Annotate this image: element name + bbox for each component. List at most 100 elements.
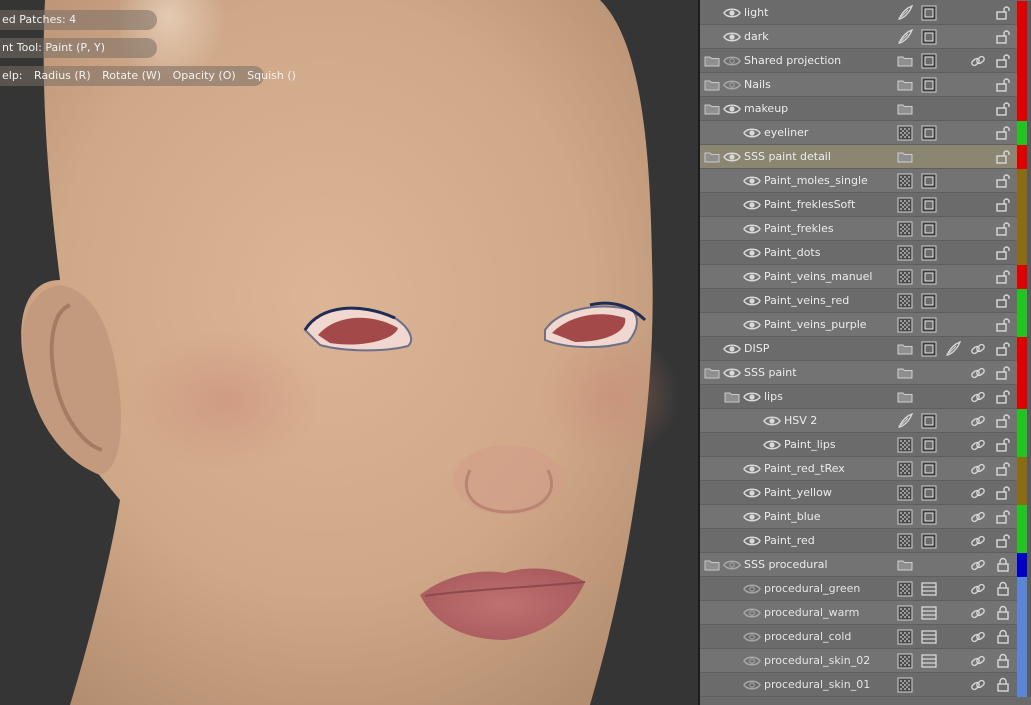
layer-row[interactable]: Paint_blue — [700, 505, 1031, 529]
unlock-icon[interactable] — [995, 437, 1011, 453]
mask-icon[interactable] — [921, 245, 937, 261]
mask-icon[interactable] — [921, 197, 937, 213]
mask-icon[interactable] — [921, 269, 937, 285]
unlock-icon[interactable] — [995, 125, 1011, 141]
mask-icon[interactable] — [921, 77, 937, 93]
mask-icon[interactable] — [921, 485, 937, 501]
unlock-icon[interactable] — [995, 293, 1011, 309]
unlock-icon[interactable] — [995, 245, 1011, 261]
texture-icon[interactable] — [897, 677, 913, 693]
visibility-eye-icon[interactable] — [743, 126, 761, 140]
layer-row[interactable]: procedural_cold — [700, 625, 1031, 649]
folder-icon[interactable] — [897, 341, 913, 357]
layer-row[interactable]: Paint_yellow — [700, 481, 1031, 505]
list-icon[interactable] — [921, 605, 937, 621]
folder-icon[interactable] — [897, 365, 913, 381]
texture-icon[interactable] — [897, 629, 913, 645]
unlock-icon[interactable] — [995, 485, 1011, 501]
visibility-eye-icon[interactable] — [743, 606, 761, 620]
visibility-eye-icon[interactable] — [723, 30, 741, 44]
list-icon[interactable] — [921, 629, 937, 645]
visibility-eye-icon[interactable] — [723, 78, 741, 92]
folder-expand-icon[interactable] — [704, 365, 720, 381]
unlock-icon[interactable] — [995, 197, 1011, 213]
visibility-eye-icon[interactable] — [743, 630, 761, 644]
link-icon[interactable] — [970, 533, 986, 549]
texture-icon[interactable] — [897, 269, 913, 285]
texture-icon[interactable] — [897, 581, 913, 597]
layer-row[interactable]: makeup — [700, 97, 1031, 121]
link-icon[interactable] — [970, 629, 986, 645]
texture-icon[interactable] — [897, 317, 913, 333]
mask-icon[interactable] — [921, 341, 937, 357]
layer-row[interactable]: Paint_frekles — [700, 217, 1031, 241]
layer-row[interactable]: Paint_red_tRex — [700, 457, 1031, 481]
mask-icon[interactable] — [921, 221, 937, 237]
link-icon[interactable] — [970, 365, 986, 381]
unlock-icon[interactable] — [995, 509, 1011, 525]
folder-expand-icon[interactable] — [724, 389, 740, 405]
mask-icon[interactable] — [921, 173, 937, 189]
3d-viewport[interactable]: ed Patches: 4 nt Tool: Paint (P, Y) elp:… — [0, 0, 698, 705]
texture-icon[interactable] — [897, 653, 913, 669]
visibility-eye-icon[interactable] — [723, 366, 741, 380]
visibility-eye-icon[interactable] — [743, 486, 761, 500]
visibility-eye-icon[interactable] — [743, 222, 761, 236]
layer-row[interactable]: HSV 2 — [700, 409, 1031, 433]
face-model-render[interactable] — [0, 0, 698, 705]
unlock-icon[interactable] — [995, 365, 1011, 381]
link-icon[interactable] — [970, 509, 986, 525]
visibility-eye-icon[interactable] — [743, 654, 761, 668]
unlock-icon[interactable] — [995, 173, 1011, 189]
unlock-icon[interactable] — [995, 221, 1011, 237]
folder-icon[interactable] — [897, 77, 913, 93]
feather-icon[interactable] — [897, 28, 914, 45]
texture-icon[interactable] — [897, 293, 913, 309]
lock-icon[interactable] — [995, 557, 1011, 573]
lock-icon[interactable] — [995, 581, 1011, 597]
visibility-eye-icon[interactable] — [723, 150, 741, 164]
layer-row[interactable]: Paint_veins_purple — [700, 313, 1031, 337]
folder-icon[interactable] — [897, 557, 913, 573]
link-icon[interactable] — [970, 53, 986, 69]
folder-icon[interactable] — [897, 53, 913, 69]
lock-icon[interactable] — [995, 629, 1011, 645]
layer-row[interactable]: procedural_skin_02 — [700, 649, 1031, 673]
unlock-icon[interactable] — [995, 5, 1011, 21]
unlock-icon[interactable] — [995, 461, 1011, 477]
visibility-eye-icon[interactable] — [743, 318, 761, 332]
mask-icon[interactable] — [921, 125, 937, 141]
mask-icon[interactable] — [921, 413, 937, 429]
link-icon[interactable] — [970, 437, 986, 453]
layer-row[interactable]: Shared projection — [700, 49, 1031, 73]
texture-icon[interactable] — [897, 125, 913, 141]
unlock-icon[interactable] — [995, 317, 1011, 333]
mask-icon[interactable] — [921, 509, 937, 525]
mask-icon[interactable] — [921, 5, 937, 21]
visibility-eye-icon[interactable] — [743, 174, 761, 188]
texture-icon[interactable] — [897, 221, 913, 237]
link-icon[interactable] — [970, 341, 986, 357]
visibility-eye-icon[interactable] — [743, 462, 761, 476]
layer-row[interactable]: Paint_lips — [700, 433, 1031, 457]
unlock-icon[interactable] — [995, 269, 1011, 285]
unlock-icon[interactable] — [995, 77, 1011, 93]
layer-row[interactable]: DISP — [700, 337, 1031, 361]
layer-row[interactable]: Nails — [700, 73, 1031, 97]
folder-expand-icon[interactable] — [704, 557, 720, 573]
mask-icon[interactable] — [921, 317, 937, 333]
visibility-eye-icon[interactable] — [743, 294, 761, 308]
unlock-icon[interactable] — [995, 101, 1011, 117]
unlock-icon[interactable] — [995, 389, 1011, 405]
visibility-eye-icon[interactable] — [743, 510, 761, 524]
texture-icon[interactable] — [897, 485, 913, 501]
texture-icon[interactable] — [897, 173, 913, 189]
layer-row[interactable]: light — [700, 1, 1031, 25]
link-icon[interactable] — [970, 605, 986, 621]
link-icon[interactable] — [970, 557, 986, 573]
visibility-eye-icon[interactable] — [743, 270, 761, 284]
unlock-icon[interactable] — [995, 413, 1011, 429]
layer-row[interactable]: dark — [700, 25, 1031, 49]
unlock-icon[interactable] — [995, 29, 1011, 45]
folder-icon[interactable] — [897, 101, 913, 117]
